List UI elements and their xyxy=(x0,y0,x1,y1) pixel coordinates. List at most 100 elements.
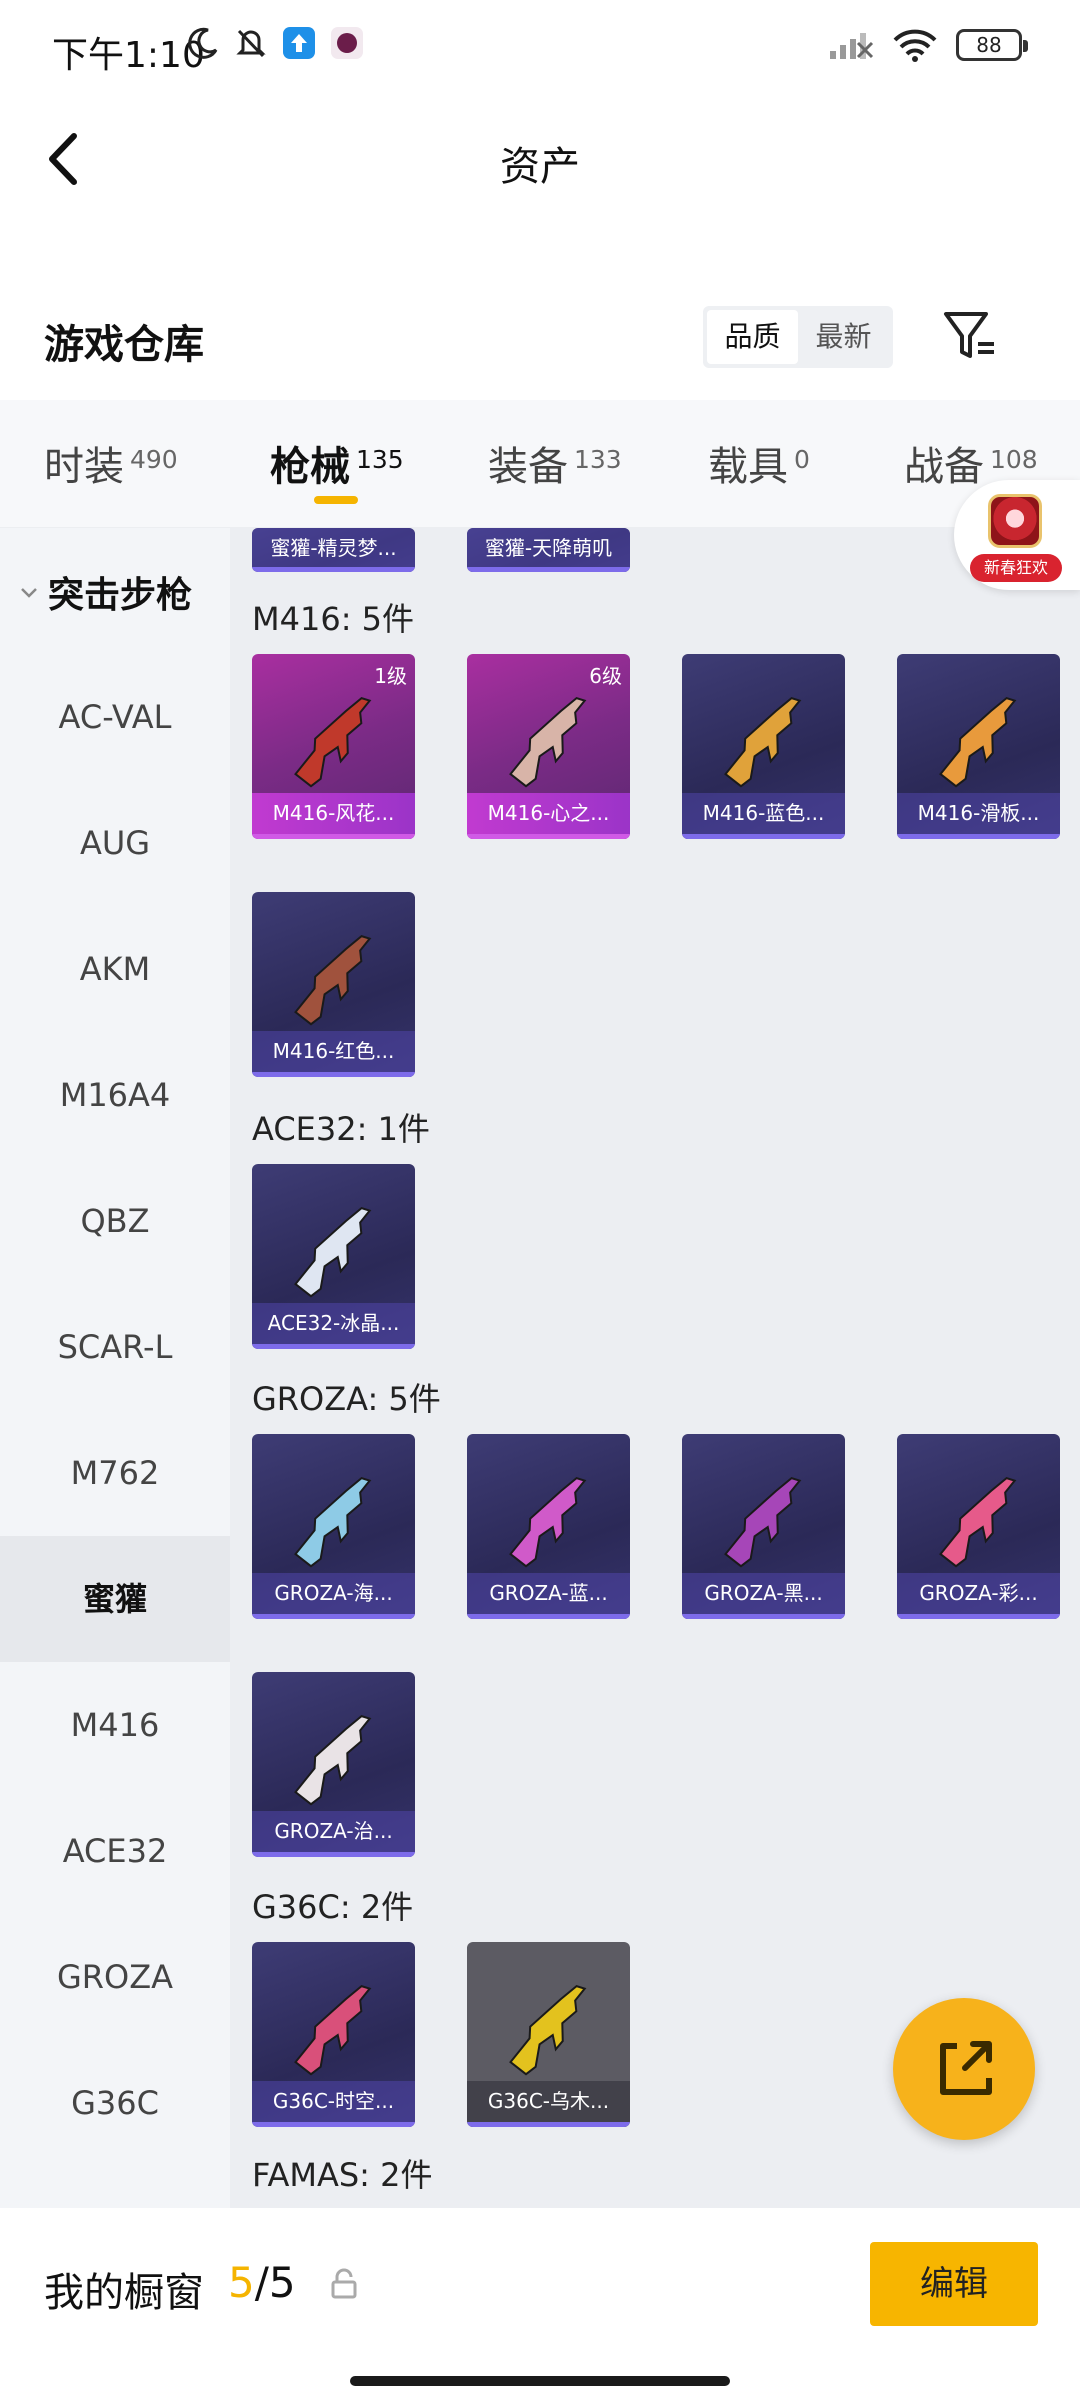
skin-name: GROZA-治... xyxy=(252,1811,415,1857)
promo-badge[interactable]: 新春狂欢 xyxy=(954,480,1080,590)
sidebar-group-assault-rifle[interactable]: 突击步枪 xyxy=(18,566,192,618)
sidebar-item-scar-l[interactable]: SCAR-L xyxy=(0,1284,230,1410)
filter-icon[interactable] xyxy=(940,306,1000,366)
sidebar-item-qbz[interactable]: QBZ xyxy=(0,1158,230,1284)
skin-card[interactable]: M416-红色... xyxy=(252,892,415,1077)
skin-card[interactable]: GROZA-黑... xyxy=(682,1434,845,1619)
skin-name: 蜜獾-精灵梦... xyxy=(252,528,415,572)
gun-icon xyxy=(294,1207,372,1298)
tab-count: 108 xyxy=(990,445,1038,474)
sort-newest-button[interactable]: 最新 xyxy=(798,310,889,364)
skin-level: 1级 xyxy=(374,664,407,688)
gun-icon xyxy=(294,1985,372,2076)
share-fab[interactable] xyxy=(893,1998,1035,2140)
status-time: 下午1:10 xyxy=(52,35,205,76)
gun-icon xyxy=(724,697,802,788)
sidebar-item-m762[interactable]: M762 xyxy=(0,1410,230,1536)
skin-card[interactable]: 蜜獾-天降萌叽 xyxy=(467,528,630,572)
gun-icon xyxy=(294,1715,372,1806)
skin-card[interactable]: GROZA-蓝... xyxy=(467,1434,630,1619)
tab-vehicles[interactable]: 载具 0 xyxy=(708,434,810,492)
edit-button[interactable]: 编辑 xyxy=(870,2242,1038,2326)
gun-icon xyxy=(509,1985,587,2076)
sort-toggle: 品质 最新 xyxy=(703,306,893,368)
tab-label: 载具 xyxy=(708,444,788,490)
group-label-g36c: G36C: 2件 xyxy=(252,1888,414,1926)
status-icons-right: 88 xyxy=(828,28,1028,62)
sidebar-item-m416[interactable]: M416 xyxy=(0,1662,230,1788)
showcase-current: 5 xyxy=(228,2258,255,2307)
promo-emblem-icon xyxy=(988,494,1042,548)
group-label-famas: FAMAS: 2件 xyxy=(252,2156,433,2194)
gun-icon xyxy=(294,1477,372,1568)
group-label-m416: M416: 5件 xyxy=(252,600,415,638)
gun-icon xyxy=(294,935,372,1026)
active-tab-indicator xyxy=(314,496,358,504)
sidebar-item-ac-val[interactable]: AC-VAL xyxy=(0,654,230,780)
lock-icon xyxy=(331,2268,357,2299)
weapon-skin-grid: 蜜獾-精灵梦... 蜜獾-天降萌叽 M416: 5件 1级 M416-风花... 6… xyxy=(230,528,1080,2208)
sidebar-item-ace32[interactable]: ACE32 xyxy=(0,1788,230,1914)
external-link-icon xyxy=(940,2041,992,2095)
skin-card[interactable]: GROZA-海... xyxy=(252,1434,415,1619)
group-label-groza: GROZA: 5件 xyxy=(252,1380,441,1418)
skin-card[interactable]: M416-滑板... xyxy=(897,654,1060,839)
promo-label: 新春狂欢 xyxy=(970,554,1062,582)
showcase-total: /5 xyxy=(254,2258,296,2307)
skin-name: M416-滑板... xyxy=(897,793,1060,839)
tab-count: 133 xyxy=(574,445,622,474)
tab-label: 枪械 xyxy=(270,444,350,490)
sort-quality-button[interactable]: 品质 xyxy=(707,310,798,364)
skin-name: M416-风花... xyxy=(252,793,415,839)
tab-label: 装备 xyxy=(488,444,568,490)
category-tabs: 时装 490 枪械 135 装备 133 载具 0 战备 108 xyxy=(0,400,1080,528)
tab-label: 战备 xyxy=(904,444,984,490)
gun-icon xyxy=(724,1477,802,1568)
sidebar-item-m16a4[interactable]: M16A4 xyxy=(0,1032,230,1158)
tab-count: 490 xyxy=(130,445,178,474)
page-title: 资产 xyxy=(500,144,580,190)
skin-name: GROZA-海... xyxy=(252,1573,415,1619)
repo-title: 游戏仓库 xyxy=(44,322,204,368)
gun-icon xyxy=(509,1477,587,1568)
skin-card[interactable]: GROZA-治... xyxy=(252,1672,415,1857)
skin-name: G36C-乌木... xyxy=(467,2081,630,2127)
sidebar-item-g36c[interactable]: G36C xyxy=(0,2040,230,2166)
skin-name: M416-心之... xyxy=(467,793,630,839)
sidebar-item-groza[interactable]: GROZA xyxy=(0,1914,230,2040)
skin-name: GROZA-彩... xyxy=(897,1573,1060,1619)
skin-level: 6级 xyxy=(589,664,622,688)
weapon-type-sidebar: 突击步枪 AC-VAL AUG AKM M16A4 QBZ SCAR-L M76… xyxy=(0,528,230,2208)
skin-card[interactable]: M416-蓝色... xyxy=(682,654,845,839)
home-indicator xyxy=(350,2376,730,2386)
skin-card[interactable]: 蜜獾-精灵梦... xyxy=(252,528,415,572)
skin-card[interactable]: G36C-时空... xyxy=(252,1942,415,2127)
showcase-count: 5/5 xyxy=(228,2258,296,2307)
skin-card[interactable]: G36C-乌木... xyxy=(467,1942,630,2127)
skin-name: ACE32-冰晶... xyxy=(252,1303,415,1349)
gun-icon xyxy=(939,697,1017,788)
sidebar-item-akm[interactable]: AKM xyxy=(0,906,230,1032)
gun-icon xyxy=(509,697,587,788)
skin-name: M416-蓝色... xyxy=(682,793,845,839)
battery-indicator: 88 xyxy=(956,29,1028,61)
tab-fashion[interactable]: 时装 490 xyxy=(44,434,178,492)
skin-card[interactable]: ACE32-冰晶... xyxy=(252,1164,415,1349)
tab-count: 0 xyxy=(794,445,810,474)
skin-card[interactable]: GROZA-彩... xyxy=(897,1434,1060,1619)
showcase-label: 我的橱窗 xyxy=(44,2270,204,2316)
gun-icon xyxy=(294,697,372,788)
tab-weapons[interactable]: 枪械 135 xyxy=(270,434,404,492)
game-app-icon xyxy=(331,27,363,59)
sidebar-group-label: 突击步枪 xyxy=(48,575,193,616)
group-label-ace32: ACE32: 1件 xyxy=(252,1110,430,1148)
skin-card[interactable]: 1级 M416-风花... xyxy=(252,654,415,839)
tab-count: 135 xyxy=(356,445,404,474)
sidebar-item-aug[interactable]: AUG xyxy=(0,780,230,906)
gun-icon xyxy=(939,1477,1017,1568)
skin-card[interactable]: 6级 M416-心之... xyxy=(467,654,630,839)
mute-bell-icon xyxy=(236,29,266,58)
sidebar-item-honey-badger[interactable]: 蜜獾 xyxy=(0,1536,230,1662)
skin-name: M416-红色... xyxy=(252,1031,415,1077)
tab-equipment[interactable]: 装备 133 xyxy=(488,434,622,492)
